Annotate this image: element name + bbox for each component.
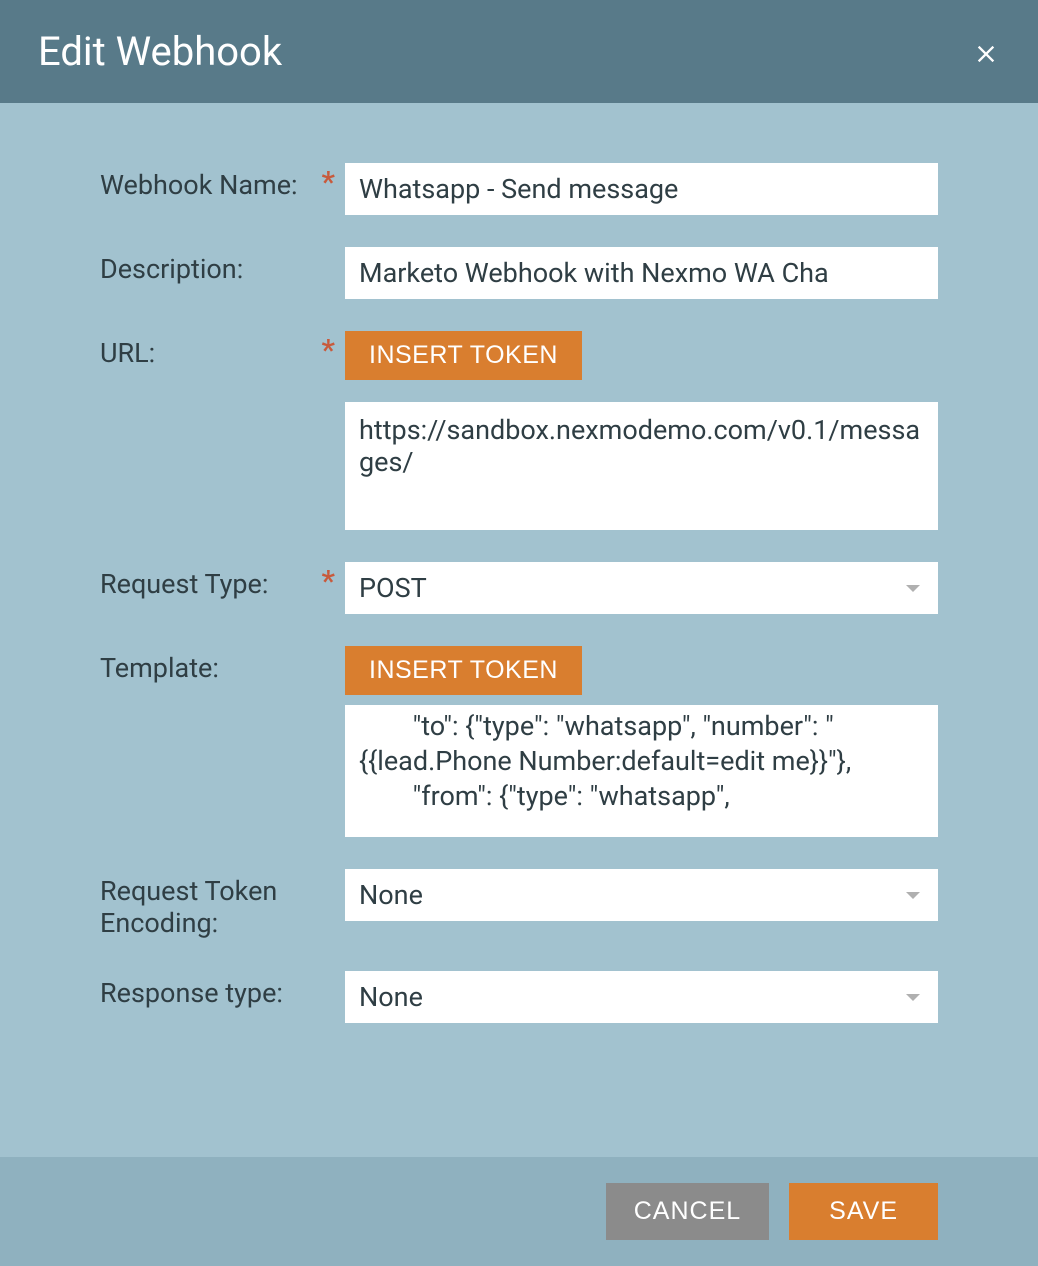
url-input[interactable]: https://sandbox.nexmodemo.com/v0.1/messa…: [345, 402, 938, 530]
input-col: INSERT TOKEN https://sandbox.nexmodemo.c…: [345, 331, 938, 530]
response-type-row: Response type: None: [100, 971, 938, 1023]
response-type-select[interactable]: None: [345, 971, 938, 1023]
template-label: Template:: [100, 652, 219, 684]
webhook-name-label: Webhook Name:: [100, 169, 298, 201]
url-row: URL: * INSERT TOKEN https://sandbox.nexm…: [100, 331, 938, 530]
cancel-button[interactable]: CANCEL: [606, 1183, 769, 1240]
input-col: None: [345, 869, 938, 921]
request-token-encoding-row: Request Token Encoding: None: [100, 869, 938, 939]
modal-footer: CANCEL SAVE: [0, 1157, 1038, 1266]
description-label: Description:: [100, 253, 243, 285]
webhook-name-input[interactable]: [345, 163, 938, 215]
close-icon[interactable]: [972, 38, 1000, 66]
request-type-select[interactable]: POST: [345, 562, 938, 614]
template-input[interactable]: "to": {"type": "whatsapp", "number": "{{…: [345, 705, 938, 837]
label-col: Request Token Encoding:: [100, 869, 345, 939]
response-type-value: None: [359, 981, 423, 1013]
input-col: [345, 163, 938, 215]
chevron-down-icon: [906, 892, 920, 899]
label-col: Template:: [100, 646, 345, 684]
input-col: INSERT TOKEN "to": {"type": "whatsapp", …: [345, 646, 938, 837]
url-label: URL:: [100, 337, 155, 369]
description-input[interactable]: [345, 247, 938, 299]
label-col: Response type:: [100, 971, 345, 1009]
url-insert-token-button[interactable]: INSERT TOKEN: [345, 331, 582, 380]
modal-title: Edit Webhook: [38, 28, 282, 75]
label-col: Webhook Name: *: [100, 163, 345, 201]
required-marker: *: [322, 169, 335, 197]
template-insert-token-button[interactable]: INSERT TOKEN: [345, 646, 582, 695]
chevron-down-icon: [906, 585, 920, 592]
label-col: URL: *: [100, 331, 345, 369]
webhook-name-row: Webhook Name: *: [100, 163, 938, 215]
request-type-label: Request Type:: [100, 568, 268, 600]
modal-header: Edit Webhook: [0, 0, 1038, 103]
edit-webhook-modal: Edit Webhook Webhook Name: * Description…: [0, 0, 1038, 1266]
request-type-value: POST: [359, 572, 427, 604]
input-col: POST: [345, 562, 938, 614]
input-col: [345, 247, 938, 299]
request-token-encoding-select[interactable]: None: [345, 869, 938, 921]
response-type-label: Response type:: [100, 977, 283, 1009]
save-button[interactable]: SAVE: [789, 1183, 938, 1240]
request-type-row: Request Type: * POST: [100, 562, 938, 614]
input-col: None: [345, 971, 938, 1023]
label-col: Request Type: *: [100, 562, 345, 600]
chevron-down-icon: [906, 994, 920, 1001]
description-row: Description:: [100, 247, 938, 299]
required-marker: *: [322, 337, 335, 365]
request-token-encoding-label: Request Token Encoding:: [100, 875, 335, 939]
label-col: Description:: [100, 247, 345, 285]
template-row: Template: INSERT TOKEN "to": {"type": "w…: [100, 646, 938, 837]
required-marker: *: [322, 568, 335, 596]
request-token-encoding-value: None: [359, 879, 423, 911]
modal-body: Webhook Name: * Description: URL: * INSE: [0, 103, 1038, 1157]
